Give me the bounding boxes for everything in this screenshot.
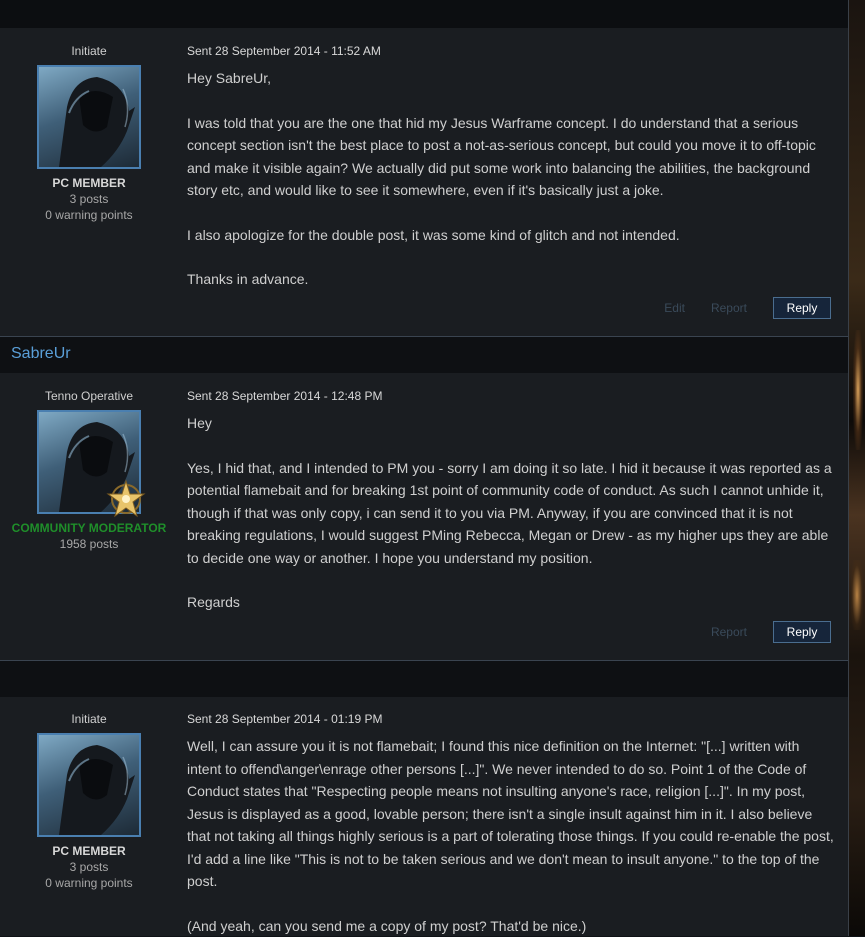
sent-date: Sent 28 September 2014 - 01:19 PM xyxy=(187,712,835,726)
post-count: 3 posts xyxy=(0,860,178,874)
reply-button[interactable]: Reply xyxy=(773,621,831,643)
sent-date: Sent 28 September 2014 - 11:52 AM xyxy=(187,44,835,58)
message-thread: Initiate PC MEMBER 3 posts 0 warning poi… xyxy=(0,0,849,936)
post-header: SabreUr xyxy=(0,337,848,373)
member-rank: Initiate xyxy=(0,712,178,726)
edit-link[interactable]: Edit xyxy=(664,301,685,315)
warning-points: 0 warning points xyxy=(0,208,178,222)
post-paragraph: Thanks in advance. xyxy=(187,268,835,291)
post-paragraph: Hey xyxy=(187,412,835,435)
post-paragraph: (And yeah, can you send me a copy of my … xyxy=(187,915,835,937)
post-body: Hey Yes, I hid that, and I intended to P… xyxy=(187,412,835,614)
post-body: Well, I can assure you it is not flameba… xyxy=(187,735,835,937)
message-post: SabreUr Tenno Operative COMMUNITY MODERA… xyxy=(0,337,848,661)
message-post: Initiate PC MEMBER 3 posts 0 warning poi… xyxy=(0,28,848,337)
post-paragraph: I was told that you are the one that hid… xyxy=(187,112,835,202)
sent-date: Sent 28 September 2014 - 12:48 PM xyxy=(187,389,835,403)
post-content: Sent 28 September 2014 - 01:19 PM Well, … xyxy=(187,712,835,937)
post-paragraph: I also apologize for the double post, it… xyxy=(187,224,835,247)
moderator-star-icon xyxy=(104,477,148,521)
member-rank: Tenno Operative xyxy=(0,389,178,403)
avatar[interactable] xyxy=(37,733,141,837)
message-post: Initiate PC MEMBER 3 posts 0 warning poi… xyxy=(0,661,848,936)
member-group: PC MEMBER xyxy=(0,176,178,190)
post-paragraph: Regards xyxy=(187,591,835,614)
post-paragraph: Yes, I hid that, and I intended to PM yo… xyxy=(187,457,835,570)
report-link[interactable]: Report xyxy=(711,625,747,639)
post-body: Hey SabreUr, I was told that you are the… xyxy=(187,67,835,291)
author-info: Initiate PC MEMBER 3 posts 0 warning poi… xyxy=(0,712,178,890)
post-count: 3 posts xyxy=(0,192,178,206)
avatar[interactable] xyxy=(37,65,141,169)
post-content: Sent 28 September 2014 - 11:52 AM Hey Sa… xyxy=(187,44,835,291)
post-header xyxy=(0,661,848,697)
post-paragraph: Well, I can assure you it is not flameba… xyxy=(187,735,835,893)
post-actions: Report Reply xyxy=(685,621,831,643)
thread-top-bar xyxy=(0,0,848,28)
post-actions: Edit Report Reply xyxy=(638,297,831,319)
warframe-helmet-icon xyxy=(39,67,139,167)
post-paragraph: Hey SabreUr, xyxy=(187,67,835,90)
warning-points: 0 warning points xyxy=(0,876,178,890)
post-count: 1958 posts xyxy=(0,537,178,551)
author-info: Initiate PC MEMBER 3 posts 0 warning poi… xyxy=(0,44,178,222)
background-artwork-strip xyxy=(849,0,865,936)
member-group: PC MEMBER xyxy=(0,844,178,858)
author-name[interactable]: SabreUr xyxy=(11,345,71,363)
reply-button[interactable]: Reply xyxy=(773,297,831,319)
warframe-helmet-icon xyxy=(39,735,139,835)
report-link[interactable]: Report xyxy=(711,301,747,315)
author-info: Tenno Operative COMMUNITY MODERATOR 1958… xyxy=(0,389,178,551)
member-rank: Initiate xyxy=(0,44,178,58)
member-group: COMMUNITY MODERATOR xyxy=(0,521,178,535)
post-content: Sent 28 September 2014 - 12:48 PM Hey Ye… xyxy=(187,389,835,614)
